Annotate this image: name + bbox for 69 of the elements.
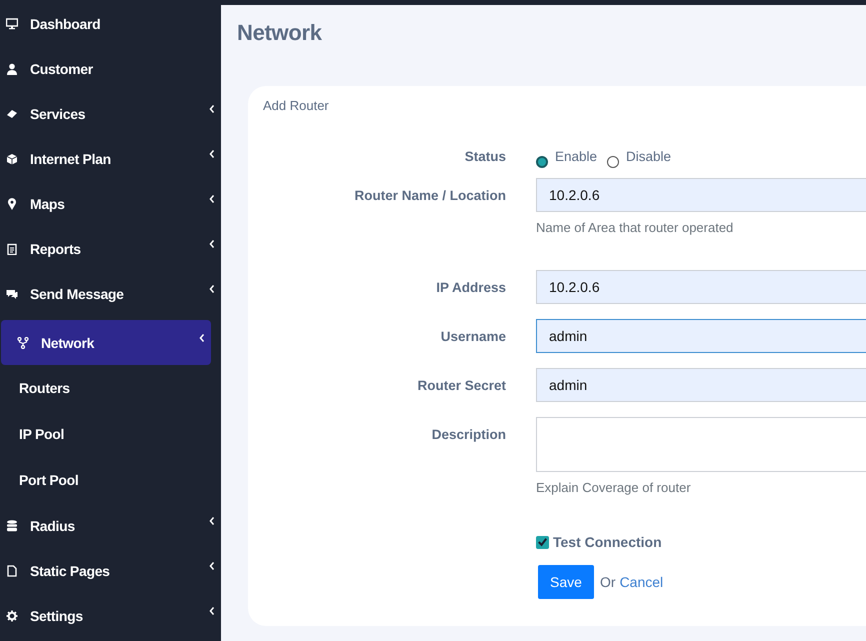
field-label: Description (430, 426, 506, 442)
chevron-icon (199, 332, 205, 342)
submenu-item[interactable]: Routers (0, 365, 221, 411)
menu-label: Send Message (30, 286, 125, 302)
chevron-icon (209, 284, 215, 294)
radio-label[interactable]: Enable (555, 149, 598, 164)
chevron-icon (209, 238, 215, 248)
submenu-item[interactable]: Port Pool (0, 457, 221, 503)
card-title: Add Router (263, 98, 330, 113)
chevron-icon (209, 606, 215, 616)
ticket-icon (6, 108, 18, 120)
help-text: Name of Area that router operated (536, 220, 734, 235)
help-text: Explain Coverage of router (536, 480, 692, 495)
monitor-icon (6, 18, 18, 30)
sidebar-item[interactable]: Network (1, 320, 211, 365)
person-icon (6, 62, 18, 74)
field-label: Username (440, 328, 506, 344)
submenu-item[interactable]: IP Pool (0, 411, 221, 457)
sidebar-item[interactable]: Send Message (0, 271, 221, 316)
cube-icon (6, 152, 18, 164)
menu-label: Settings (30, 608, 84, 624)
cancel-link[interactable]: Cancel (620, 574, 664, 590)
field-label: Router Secret (416, 377, 506, 393)
menu-label: Customer (30, 60, 94, 76)
chevron-icon (209, 194, 215, 204)
sidebar-item[interactable]: Dashboard (0, 1, 221, 46)
file-icon (6, 564, 18, 576)
field-label: Router Name / Location (353, 187, 506, 203)
description-field[interactable] (536, 417, 866, 472)
radio-label[interactable]: Disable (626, 149, 672, 164)
sidebar-item[interactable]: Radius (0, 503, 221, 548)
sidebar-item[interactable]: Customer (0, 46, 221, 91)
database-icon (6, 520, 18, 532)
chevron-icon (209, 560, 215, 570)
sidebar-item[interactable]: Static Pages (0, 548, 221, 593)
radio-button[interactable] (536, 156, 548, 168)
input-field[interactable]: admin (536, 368, 866, 402)
sidebar-item[interactable]: Settings (0, 593, 221, 638)
network-icon (17, 336, 29, 348)
sidebar-item[interactable]: Maps (0, 181, 221, 226)
clipboard-icon (6, 242, 18, 254)
input-field[interactable]: 10.2.0.6 (536, 178, 866, 212)
menu-label: Static Pages (30, 562, 111, 578)
input-field[interactable]: 10.2.0.6 (536, 270, 866, 304)
sidebar-item[interactable]: Internet Plan (0, 136, 221, 181)
field-label: Status (464, 149, 506, 164)
sidebar-item[interactable]: Services (0, 91, 221, 136)
radio-button[interactable] (607, 156, 620, 168)
checkbox-label[interactable]: Test Connection (553, 534, 662, 550)
save-button[interactable]: Save (538, 565, 594, 599)
field-label: IP Address (435, 279, 506, 295)
chevron-icon (209, 516, 215, 526)
chat-icon (6, 288, 18, 300)
menu-label: Reports (30, 240, 82, 256)
settings-icon (6, 610, 18, 622)
input-field[interactable]: admin (536, 319, 866, 353)
menu-label: Internet Plan (30, 150, 112, 166)
map-pin-icon (6, 198, 18, 210)
menu-label: Services (30, 106, 86, 122)
chevron-icon (209, 148, 215, 158)
menu-label: Dashboard (30, 16, 102, 32)
menu-label: Maps (30, 196, 66, 212)
sidebar-item[interactable]: Reports (0, 226, 221, 271)
or-text: Or (600, 574, 616, 590)
chevron-icon (209, 104, 215, 114)
checkbox[interactable] (536, 536, 549, 548)
menu-label: Network (41, 334, 96, 350)
menu-label: Radius (30, 518, 76, 534)
page-title: Network (237, 20, 323, 46)
